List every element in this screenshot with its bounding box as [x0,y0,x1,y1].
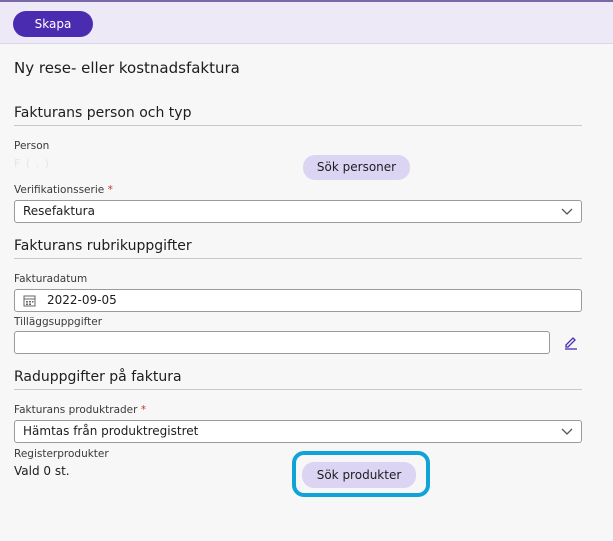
page-title: Ny rese- eller kostnadsfaktura [14,59,240,77]
series-label: Verifikationsserie * [14,184,113,196]
series-select[interactable]: Resefaktura [14,200,582,223]
search-persons-button[interactable]: Sök personer [303,155,410,180]
search-products-button[interactable]: Sök produkter [302,462,416,488]
calendar-icon[interactable] [23,294,36,307]
section-heading-header: Fakturans rubrikuppgifter [14,238,582,259]
date-label: Fakturadatum [14,273,88,285]
date-value: 2022-09-05 [47,293,117,307]
extra-info-input[interactable] [14,331,550,354]
chevron-down-icon [561,428,573,435]
product-rows-label-text: Fakturans produktrader [14,404,138,416]
top-toolbar: Skapa [0,0,613,44]
selected-count: Vald 0 st. [14,464,70,478]
required-marker: * [140,404,147,416]
section-heading-person: Fakturans person och typ [14,105,582,126]
product-rows-value: Hämtas från produktregistret [23,424,199,438]
series-label-text: Verifikationsserie [14,184,105,196]
product-rows-select[interactable]: Hämtas från produktregistret [14,420,582,443]
section-heading-rows: Raduppgifter på faktura [14,369,582,390]
product-rows-label: Fakturans produktrader * [14,404,146,416]
chevron-down-icon [561,208,573,215]
date-input[interactable]: 2022-09-05 [14,289,582,312]
person-label: Person [14,140,50,152]
required-marker: * [107,184,113,196]
pencil-icon[interactable] [563,334,579,350]
register-products-label: Registerprodukter [14,448,109,460]
series-select-value: Resefaktura [23,204,95,218]
extra-label: Tilläggsuppgifter [14,316,103,328]
create-button[interactable]: Skapa [13,11,93,37]
person-value: F ( . ) [14,157,50,170]
